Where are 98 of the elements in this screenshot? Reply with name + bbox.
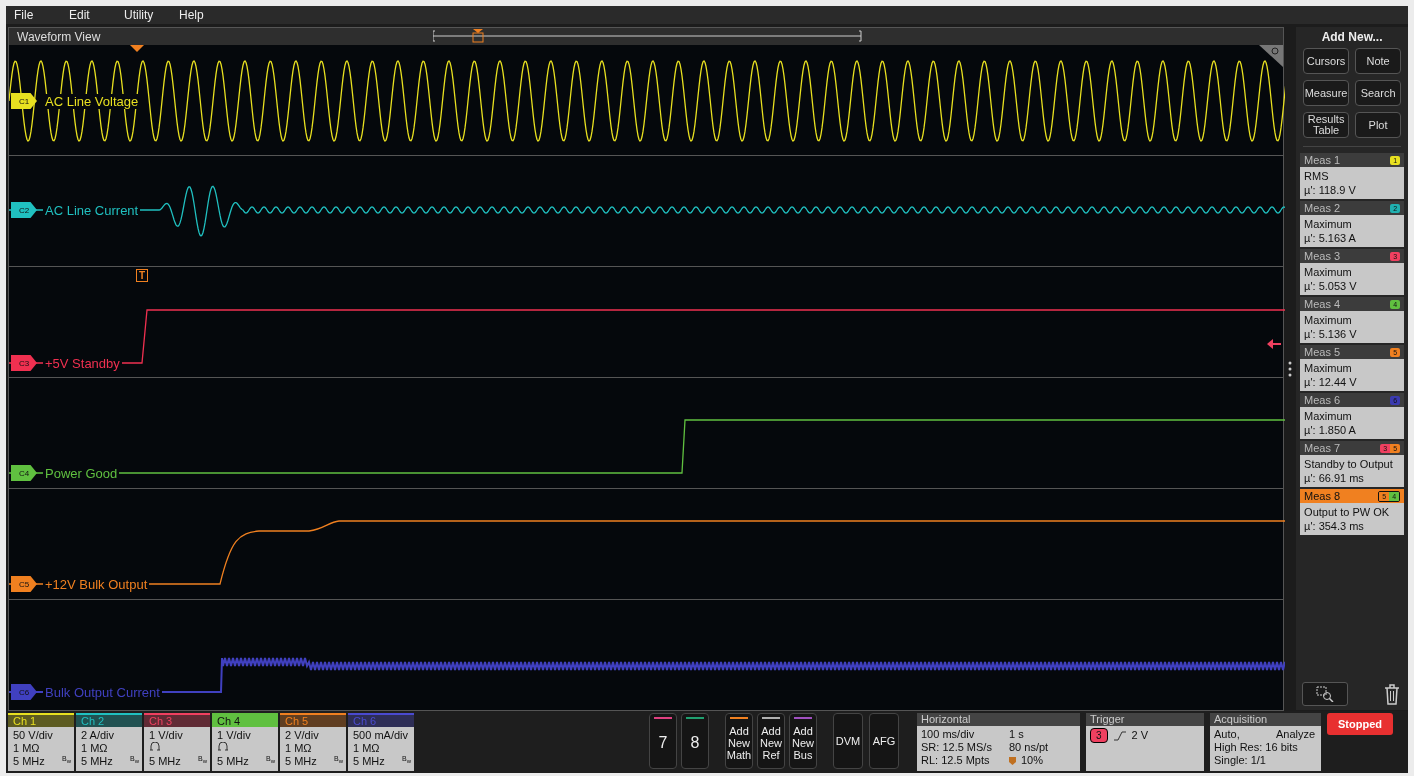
meas-title: Meas 5 [1304,346,1341,358]
channel-button[interactable]: 8 [681,713,709,769]
meas-type: Output to PW OK [1304,505,1391,519]
menu-item[interactable]: Utility [124,8,179,22]
panel-value: SR: 12.5 MS/s [921,741,993,754]
meas-type: RMS [1304,169,1330,183]
add-new-button[interactable]: Plot [1355,112,1402,138]
channel-bandwidth: 5 MHz [149,755,181,768]
panel-value: 80 ns/pt [1009,741,1050,754]
panel-value: 100 ms/div [921,728,976,741]
rising-edge-icon [1113,730,1126,741]
add-new-button[interactable]: Note [1355,48,1402,74]
channel-scale: 1 V/div [149,729,183,742]
zoom-icon [1316,686,1335,702]
add-new-button[interactable]: Add New Math [725,713,753,769]
meas-title: Meas 2 [1304,202,1341,214]
trigger-source-badge: 3 [1090,728,1108,743]
panel-title: Add New... [1321,30,1383,44]
channel-marker[interactable]: C1 [11,93,37,109]
panel-header: Trigger [1086,713,1204,726]
meas-title: Meas 4 [1304,298,1341,310]
add-new-button[interactable]: Measure [1303,80,1350,106]
meas-title: Meas 1 [1304,154,1341,166]
panel-header: Acquisition [1210,713,1321,726]
add-new-button[interactable]: Add New Ref [757,713,785,769]
channel-tab[interactable]: Ch 2 [76,713,142,727]
meas-type: Standby to Output [1304,457,1394,471]
panel-value: 10% [1021,754,1044,767]
meas-value: µ': 66.91 ms [1304,471,1365,485]
channel-bandwidth: 5 MHz [217,755,249,768]
tool-button[interactable]: AFG [869,713,899,769]
channel-tab[interactable]: Ch 1 [8,713,74,727]
channel-bandwidth: 5 MHz [285,755,317,768]
meas-value: µ': 5.136 V [1304,327,1358,341]
channel-bandwidth: 5 MHz [353,755,385,768]
panel-value: Auto, [1214,728,1241,741]
channel-scale: 1 V/div [217,729,251,742]
menu-item[interactable]: Help [179,8,234,22]
menu-item[interactable]: File [14,8,69,22]
meas-value: µ': 118.9 V [1304,183,1357,197]
probe-icon [149,742,161,752]
trigger-marker: T [136,269,148,282]
add-new-button[interactable]: Cursors [1303,48,1350,74]
meas-title: Meas 3 [1304,250,1341,262]
panel-value: Analyze [1276,728,1317,741]
panel-value: Single: 1/1 [1214,754,1267,767]
meas-type: Maximum [1304,361,1353,375]
tool-button[interactable]: DVM [833,713,863,769]
trigger-level-arrow-icon [1267,339,1282,349]
panel-value: 2 V [1131,729,1149,742]
horizontal-panel[interactable]: Horizontal 100 ms/div 1 s SR: 12.5 MS/s 80 ns/pt RL: 12.5 Mpts 10% [917,713,1080,771]
probe-icon [217,742,229,752]
channel-scale: 500 mA/div [353,729,409,742]
channel-termination: 1 MΩ [13,742,40,755]
acquisition-panel[interactable]: Acquisition Auto, Analyze High Res: 16 bits Single: 1/1 [1210,713,1321,771]
meas-title: Meas 6 [1304,394,1341,406]
meas-type: Maximum [1304,409,1353,423]
view-title: Waveform View [17,29,101,44]
channel-marker[interactable]: C2 [11,202,37,218]
meas-title: Meas 7 [1304,442,1341,454]
panel-value: 1 s [1009,728,1025,741]
channel-scale: 2 V/div [285,729,319,742]
channel-marker[interactable]: C3 [11,355,37,371]
meas-value: µ': 5.163 A [1304,231,1357,245]
run-stop-button[interactable]: Stopped [1327,713,1393,735]
add-new-button[interactable]: Search [1355,80,1402,106]
meas-type: Maximum [1304,217,1353,231]
channel-termination: 1 MΩ [353,742,380,755]
channel-bandwidth: 5 MHz [81,755,113,768]
add-new-button[interactable]: Results Table [1303,112,1350,138]
channel-scale: 2 A/div [81,729,115,742]
meas-type: Maximum [1304,313,1353,327]
channel-button[interactable]: 7 [649,713,677,769]
trigger-position-icon [1009,756,1016,765]
meas-value: µ': 5.053 V [1304,279,1358,293]
meas-value: µ': 12.44 V [1304,375,1358,389]
trigger-panel[interactable]: Trigger 3 2 V [1086,713,1204,771]
meas-value: µ': 1.850 A [1304,423,1357,437]
channel-bandwidth: 5 MHz [13,755,45,768]
drag-handle-icon[interactable] [1288,361,1293,377]
menu-item[interactable]: Edit [69,8,124,22]
channel-termination: 1 MΩ [81,742,108,755]
trash-icon[interactable] [1382,683,1402,705]
add-new-button[interactable]: Add New Bus [789,713,817,769]
meas-type: Maximum [1304,265,1353,279]
meas-title: Meas 8 [1304,490,1341,502]
channel-tab[interactable]: Ch 5 [280,713,346,727]
panel-header: Horizontal [917,713,1080,726]
channel-marker[interactable]: C5 [11,576,37,592]
channel-scale: 50 V/div [13,729,53,742]
meas-value: µ': 354.3 ms [1304,519,1365,533]
trace-label: AC Line Voltage [43,93,141,109]
channel-termination: 1 MΩ [285,742,312,755]
panel-value: High Res: 16 bits [1214,741,1299,754]
zoom-button[interactable] [1302,682,1349,706]
channel-marker[interactable]: C4 [11,465,37,481]
panel-value: RL: 12.5 Mpts [921,754,991,767]
channel-tab[interactable]: Ch 4 [212,713,278,727]
